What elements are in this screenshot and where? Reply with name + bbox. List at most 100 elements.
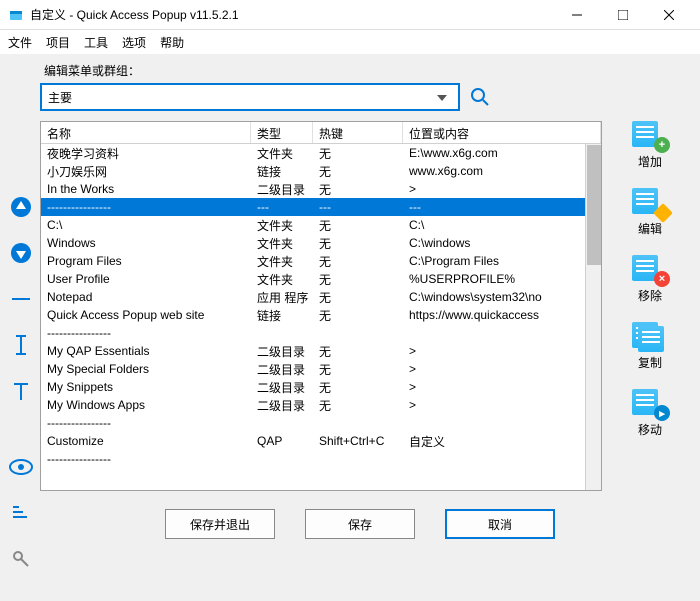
close-button[interactable] [646, 0, 692, 30]
cell-hotkey: 无 [313, 306, 403, 325]
cell-location: > [403, 181, 601, 197]
cell-type: 文件夹 [251, 144, 313, 163]
cell-hotkey: 无 [313, 144, 403, 163]
cell-name: My Snippets [41, 379, 251, 395]
copy-button[interactable]: 复制 [632, 322, 668, 371]
cell-type: 文件夹 [251, 216, 313, 235]
right-toolbar: + 增加 编辑 × 移除 复制 ▸ 移动 [620, 121, 680, 491]
menu-help[interactable]: 帮助 [160, 34, 184, 51]
column-tool[interactable] [8, 332, 34, 358]
edit-button[interactable]: 编辑 [632, 188, 668, 237]
search-button[interactable] [468, 85, 492, 109]
col-type[interactable]: 类型 [251, 122, 313, 143]
menu-project[interactable]: 项目 [46, 34, 70, 51]
move-down-button[interactable] [8, 240, 34, 266]
cell-type: 文件夹 [251, 234, 313, 253]
table-row[interactable]: User Profile文件夹无%USERPROFILE% [41, 270, 601, 288]
table-row[interactable]: My Snippets二级目录无> [41, 378, 601, 396]
play-icon: ▸ [654, 405, 670, 421]
cell-hotkey: 无 [313, 288, 403, 307]
move-button[interactable]: ▸ 移动 [632, 389, 668, 438]
table-row[interactable]: CustomizeQAPShift+Ctrl+C自定义 [41, 432, 601, 450]
save-button[interactable]: 保存 [305, 509, 415, 539]
cancel-button[interactable]: 取消 [445, 509, 555, 539]
table-header: 名称 类型 热键 位置或内容 [41, 122, 601, 144]
col-hotkey[interactable]: 热键 [313, 122, 403, 143]
cell-name: My QAP Essentials [41, 343, 251, 359]
menu-options[interactable]: 选项 [122, 34, 146, 51]
separator-tool[interactable] [8, 286, 34, 312]
save-exit-button[interactable]: 保存并退出 [165, 509, 275, 539]
table-row[interactable]: C:\文件夹无C:\ [41, 216, 601, 234]
cell-type: 二级目录 [251, 180, 313, 199]
move-up-button[interactable] [8, 194, 34, 220]
cell-hotkey: 无 [313, 252, 403, 271]
table-row[interactable]: My QAP Essentials二级目录无> [41, 342, 601, 360]
table-row[interactable]: ---------------- [41, 450, 601, 468]
table-row[interactable]: ---------------- [41, 414, 601, 432]
button-row: 保存并退出 保存 取消 [40, 509, 680, 539]
cell-hotkey [313, 458, 403, 460]
pin-icon[interactable] [8, 546, 34, 572]
col-location[interactable]: 位置或内容 [403, 122, 601, 143]
app-icon [8, 7, 24, 23]
table-row[interactable]: 夜晚学习资料文件夹无E:\www.x6g.com [41, 144, 601, 162]
eye-icon[interactable] [8, 454, 34, 480]
table-row[interactable]: Quick Access Popup web site链接无https://ww… [41, 306, 601, 324]
titlebar: 自定义 - Quick Access Popup v11.5.2.1 [0, 0, 700, 30]
scroll-thumb[interactable] [587, 145, 601, 265]
cell-name: Notepad [41, 289, 251, 305]
cell-hotkey [313, 332, 403, 334]
text-tool[interactable] [8, 378, 34, 404]
maximize-button[interactable] [600, 0, 646, 30]
cell-hotkey: 无 [313, 342, 403, 361]
cell-hotkey: Shift+Ctrl+C [313, 433, 403, 449]
editor-label: 编辑菜单或群组： [44, 62, 680, 79]
sort-icon[interactable] [8, 500, 34, 526]
cell-hotkey: 无 [313, 360, 403, 379]
minimize-button[interactable] [554, 0, 600, 30]
table-row[interactable]: In the Works二级目录无> [41, 180, 601, 198]
cell-location: > [403, 397, 601, 413]
table-body[interactable]: 夜晚学习资料文件夹无E:\www.x6g.com小刀娱乐网链接无www.x6g.… [41, 144, 601, 490]
table-row[interactable]: Notepad应用 程序无C:\windows\system32\no [41, 288, 601, 306]
table-row[interactable]: ---------------- [41, 324, 601, 342]
cell-name: My Windows Apps [41, 397, 251, 413]
table-row[interactable]: 小刀娱乐网链接无www.x6g.com [41, 162, 601, 180]
cell-type [251, 422, 313, 424]
dropdown-value: 主要 [48, 89, 432, 106]
cell-hotkey: 无 [313, 162, 403, 181]
menubar: 文件 项目 工具 选项 帮助 [0, 30, 700, 54]
cell-hotkey: 无 [313, 396, 403, 415]
remove-button[interactable]: × 移除 [632, 255, 668, 304]
table-row[interactable]: ------------------------- [41, 198, 601, 216]
cell-type: 链接 [251, 306, 313, 325]
left-toolbar [6, 194, 36, 424]
menu-tools[interactable]: 工具 [84, 34, 108, 51]
cell-name: User Profile [41, 271, 251, 287]
cell-hotkey: 无 [313, 234, 403, 253]
cell-location: > [403, 379, 601, 395]
table-row[interactable]: My Windows Apps二级目录无> [41, 396, 601, 414]
cell-type: 链接 [251, 162, 313, 181]
cell-hotkey: --- [313, 199, 403, 215]
table-row[interactable]: Program Files文件夹无C:\Program Files [41, 252, 601, 270]
cell-hotkey: 无 [313, 378, 403, 397]
cell-type: QAP [251, 433, 313, 449]
cell-type: 二级目录 [251, 396, 313, 415]
add-button[interactable]: + 增加 [632, 121, 668, 170]
cell-location: https://www.quickaccess [403, 307, 601, 323]
cell-location: C:\windows [403, 235, 601, 251]
table-row[interactable]: Windows文件夹无C:\windows [41, 234, 601, 252]
col-name[interactable]: 名称 [41, 122, 251, 143]
group-dropdown[interactable]: 主要 [40, 83, 460, 111]
table-row[interactable]: My Special Folders二级目录无> [41, 360, 601, 378]
cell-location: 自定义 [403, 432, 601, 451]
vertical-scrollbar[interactable] [585, 144, 601, 490]
menu-file[interactable]: 文件 [8, 34, 32, 51]
cell-type: 二级目录 [251, 360, 313, 379]
cell-type [251, 332, 313, 334]
cell-location: --- [403, 199, 601, 215]
cell-name: 小刀娱乐网 [41, 162, 251, 181]
cell-location: E:\www.x6g.com [403, 145, 601, 161]
